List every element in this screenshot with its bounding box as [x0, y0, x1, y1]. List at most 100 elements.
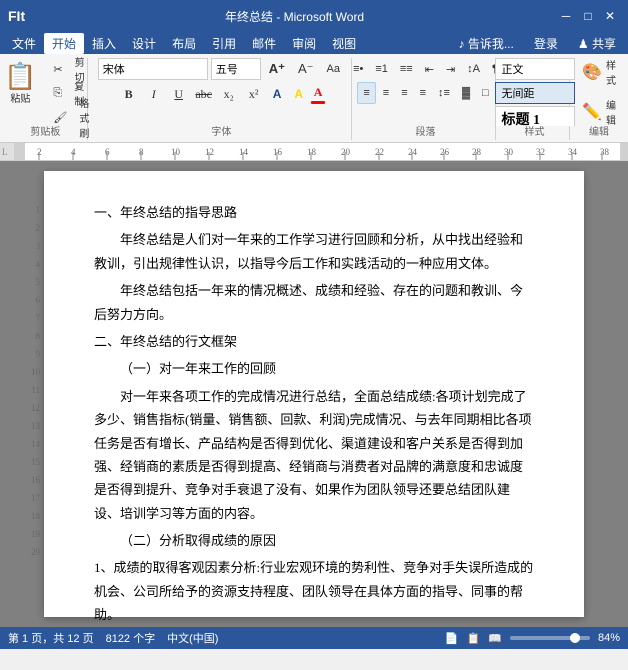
font-color-indicator: [311, 101, 325, 104]
svg-text:10: 10: [171, 147, 181, 157]
styles-group-label: 样式: [525, 123, 545, 138]
menu-design[interactable]: 设计: [124, 33, 164, 54]
zoom-level[interactable]: 84%: [598, 632, 620, 644]
document-content[interactable]: 一、年终总结的指导思路 年终总结是人们对一年来的工作学习进行回顾和分析，从中找出…: [94, 201, 534, 627]
justify-button[interactable]: ≡: [415, 82, 431, 104]
ruler-svg: 2 4 6 8 10 12 14 16 18 20 22: [25, 143, 620, 160]
editing-group-label: 编辑: [589, 123, 609, 138]
view-print-button[interactable]: 📄: [445, 632, 459, 645]
status-left: 第 1 页，共 12 页 8122 个字 中文(中国): [8, 630, 218, 646]
font-color-button[interactable]: A: [311, 85, 325, 104]
menu-insert[interactable]: 插入: [84, 33, 124, 54]
text-effects-button[interactable]: A: [268, 83, 287, 105]
font-name-input[interactable]: [98, 58, 208, 80]
document-wrapper: 1 2 3 4 5 6 7 8 9 10 11 12 13 14 15 16 1…: [0, 161, 628, 627]
ribbon-group-font: A⁺ A⁻ Aa B I U abc x₂ x² A A A: [92, 58, 352, 140]
borders-button[interactable]: □: [477, 82, 494, 104]
paragraph-2: 年终总结包括一年来的情况概述、成绩和经验、存在的问题和教训、今后努力方向。: [94, 279, 534, 326]
signin-button[interactable]: 登录: [526, 33, 566, 54]
align-right-button[interactable]: ≡: [396, 82, 412, 104]
menu-bar: 文件 开始 插入 设计 布局 引用 邮件 审阅 视图 ♪ 告诉我... 登录 ♟…: [0, 32, 628, 54]
ribbon-content: 📋 粘贴 ✂ 剪切 ⎘ 复制 🖌 格式刷: [0, 54, 628, 142]
svg-text:20: 20: [341, 147, 351, 157]
styles-icon: 🎨: [582, 62, 602, 82]
menu-mailings[interactable]: 邮件: [244, 33, 284, 54]
styles-label: 样式: [606, 57, 616, 87]
style-no-spacing[interactable]: 无间距: [495, 82, 575, 104]
sort-button[interactable]: ↕A: [462, 58, 485, 80]
ribbon-group-styles: 正文 无间距 标题 1 样式: [500, 58, 570, 140]
share-button[interactable]: ♟ 共享: [570, 33, 624, 54]
ribbon-group-clipboard: 📋 粘贴 ✂ 剪切 ⎘ 复制 🖌 格式刷: [4, 58, 88, 140]
multilevel-button[interactable]: ≡≡: [395, 58, 418, 80]
document-page: 1 2 3 4 5 6 7 8 9 10 11 12 13 14 15 16 1…: [44, 171, 584, 617]
status-bar: 第 1 页，共 12 页 8122 个字 中文(中国) 📄 📋 📖 84%: [0, 627, 628, 649]
svg-text:30: 30: [504, 147, 514, 157]
menu-references[interactable]: 引用: [204, 33, 244, 54]
decrease-font-button[interactable]: A⁻: [293, 58, 319, 80]
minimize-button[interactable]: ─: [556, 6, 576, 26]
view-read-button[interactable]: 📋: [467, 632, 481, 645]
page-info: 第 1 页，共 12 页: [8, 630, 94, 646]
menu-layout[interactable]: 布局: [164, 33, 204, 54]
clear-format-button[interactable]: Aa: [322, 58, 345, 80]
document-title: 年终总结 - Microsoft Word: [33, 8, 556, 25]
tell-me-button[interactable]: ♪ 告诉我...: [451, 33, 522, 54]
style-normal[interactable]: 正文: [495, 58, 575, 80]
subscript-button[interactable]: x₂: [218, 83, 240, 105]
menu-home[interactable]: 开始: [44, 33, 84, 54]
zoom-thumb[interactable]: [570, 633, 580, 643]
title-bar: FIt 年终总结 - Microsoft Word ─ □ ✕: [0, 0, 628, 32]
paste-button[interactable]: 📋 粘贴: [0, 58, 44, 110]
document-scroll-area[interactable]: 1 2 3 4 5 6 7 8 9 10 11 12 13 14 15 16 1…: [0, 161, 628, 627]
line-spacing-button[interactable]: ↕≡: [433, 82, 455, 104]
bold-button[interactable]: B: [118, 83, 140, 105]
decrease-indent-button[interactable]: ⇤: [420, 58, 439, 80]
ribbon: 📋 粘贴 ✂ 剪切 ⎘ 复制 🖌 格式刷: [0, 54, 628, 143]
cut-button[interactable]: ✂: [48, 58, 67, 80]
center-button[interactable]: ≡: [378, 82, 394, 104]
word-count: 8122 个字: [106, 630, 156, 646]
view-web-button[interactable]: 📖: [488, 632, 502, 645]
ruler-left-margin: L: [0, 143, 15, 160]
menu-review[interactable]: 审阅: [284, 33, 324, 54]
maximize-button[interactable]: □: [578, 6, 598, 26]
superscript-button[interactable]: x²: [243, 83, 265, 105]
strikethrough-button[interactable]: abc: [193, 83, 215, 105]
ruler-gray-left: [15, 143, 25, 160]
svg-text:16: 16: [273, 147, 283, 157]
increase-indent-button[interactable]: ⇥: [441, 58, 460, 80]
status-right: 📄 📋 📖 84%: [445, 632, 620, 645]
copy-button[interactable]: ⎘: [48, 82, 67, 104]
font-row2: B I U abc x₂ x² A A A: [118, 83, 325, 105]
menu-file[interactable]: 文件: [4, 33, 44, 54]
ribbon-group-paragraph: ≡• ≡1 ≡≡ ⇤ ⇥ ↕A ¶ ≡ ≡ ≡ ≡ ↕≡ ▓ □ 段落: [356, 58, 496, 140]
heading-3: （一）对一年来工作的回顾: [94, 357, 534, 380]
app-name: FIt: [8, 8, 25, 24]
italic-button[interactable]: I: [143, 83, 165, 105]
font-row1: A⁺ A⁻ Aa: [98, 58, 345, 80]
ruler-main[interactable]: 2 4 6 8 10 12 14 16 18 20 22: [15, 143, 628, 160]
shading-button[interactable]: ▓: [457, 82, 475, 104]
svg-text:14: 14: [239, 147, 249, 157]
font-group-label: 字体: [211, 123, 231, 138]
highlight-button[interactable]: A: [289, 83, 308, 105]
ruler-ticks: 2 4 6 8 10 12 14 16 18 20 22: [25, 143, 620, 160]
svg-text:28: 28: [472, 147, 482, 157]
ribbon-group-editing: 🎨 样式 ✏️ 编辑 编辑: [574, 58, 624, 140]
increase-font-button[interactable]: A⁺: [264, 58, 290, 80]
para-row1: ≡• ≡1 ≡≡ ⇤ ⇥ ↕A ¶: [348, 58, 503, 80]
svg-text:24: 24: [408, 147, 418, 157]
svg-text:38: 38: [600, 147, 610, 157]
paste-label: 粘贴: [10, 90, 30, 105]
zoom-slider[interactable]: [510, 636, 590, 640]
font-size-input[interactable]: [211, 58, 261, 80]
menu-view[interactable]: 视图: [324, 33, 364, 54]
close-button[interactable]: ✕: [600, 6, 620, 26]
align-left-button[interactable]: ≡: [357, 82, 375, 104]
styles-button[interactable]: 🎨 样式: [578, 54, 620, 90]
underline-button[interactable]: U: [168, 83, 190, 105]
bullets-button[interactable]: ≡•: [348, 58, 368, 80]
svg-text:26: 26: [440, 147, 450, 157]
numbering-button[interactable]: ≡1: [370, 58, 393, 80]
